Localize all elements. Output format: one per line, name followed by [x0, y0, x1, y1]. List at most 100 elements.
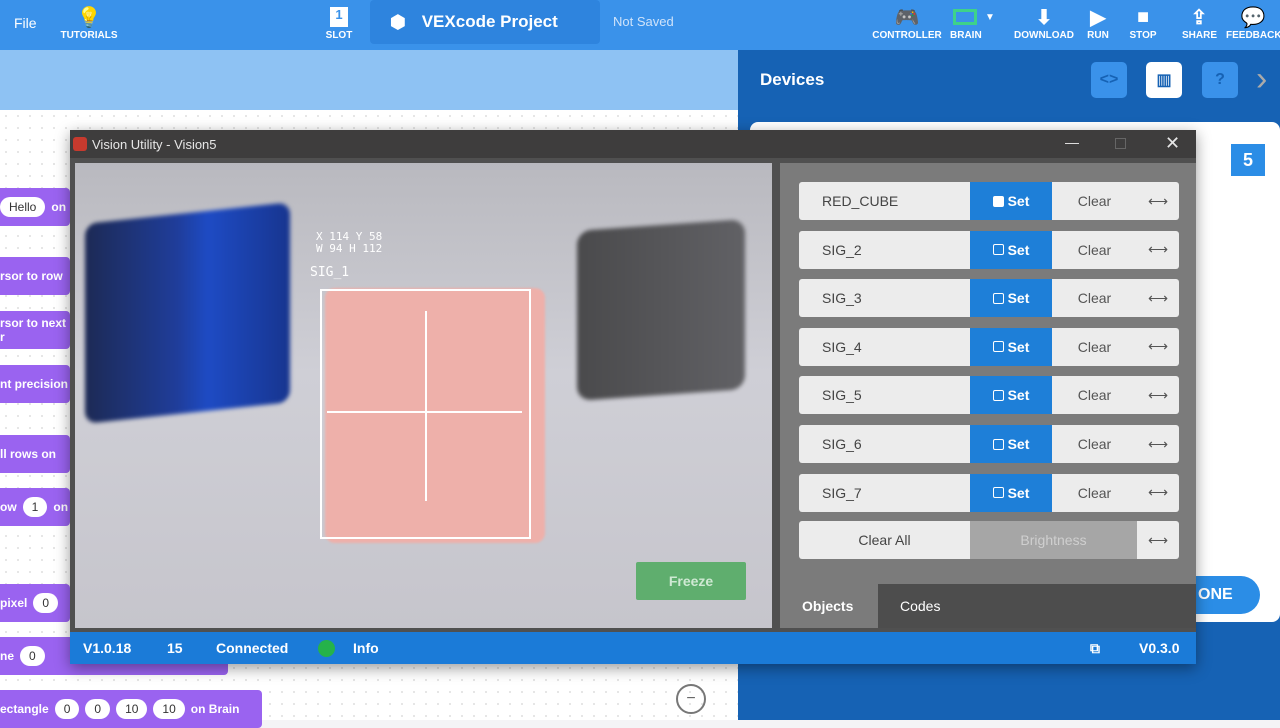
connection-indicator-icon [318, 640, 335, 657]
code-block[interactable]: rsor to next r [0, 311, 70, 349]
hexagon-icon: ⬢ [390, 11, 406, 32]
signature-name[interactable]: SIG_2 [799, 230, 970, 269]
signature-row: SIG_7 Set Clear ⟷ [799, 473, 1179, 512]
clear-button[interactable]: Clear [1052, 473, 1137, 512]
number-input[interactable]: 0 [54, 699, 80, 719]
clear-button[interactable]: Clear [1052, 425, 1137, 463]
set-button[interactable]: Set [970, 230, 1052, 269]
tab-codes[interactable]: Codes [878, 584, 1196, 628]
number-input[interactable]: 0 [85, 699, 111, 719]
number-input[interactable]: 10 [116, 699, 148, 719]
stop-button[interactable]: ■ STOP [1128, 4, 1158, 42]
firmware-version: V0.3.0 [1139, 640, 1180, 656]
code-block[interactable]: ll rows on [0, 435, 70, 473]
tutorials-button[interactable]: 💡 TUTORIALS [60, 4, 118, 42]
clear-button[interactable]: Clear [1052, 230, 1137, 269]
detection-signature: SIG_1 [310, 265, 350, 280]
info-link[interactable]: Info [353, 640, 379, 656]
detection-box [320, 289, 531, 539]
set-button[interactable]: Set [970, 279, 1052, 318]
range-drag-icon[interactable]: ⟷ [1137, 182, 1179, 220]
camera-feed[interactable]: X 114 Y 58 W 94 H 112 SIG_1 Freeze [75, 163, 772, 628]
set-button[interactable]: Set [970, 425, 1052, 463]
set-button[interactable]: Set [970, 376, 1052, 415]
close-icon[interactable]: ✕ [1165, 133, 1180, 154]
minimize-icon[interactable]: — [1065, 134, 1079, 150]
set-button[interactable]: Set [970, 473, 1052, 512]
code-block[interactable]: Hello on [0, 188, 70, 226]
signature-row: SIG_3 Set Clear ⟷ [799, 279, 1179, 318]
range-drag-icon[interactable]: ⟷ [1137, 279, 1179, 318]
run-button[interactable]: ▶ RUN [1084, 4, 1112, 42]
gray-cube [577, 219, 745, 401]
range-drag-icon[interactable]: ⟷ [1137, 230, 1179, 269]
code-block[interactable]: pixel 0 [0, 584, 70, 622]
lightbulb-icon: 💡 [76, 6, 102, 29]
fps-count: 15 [167, 640, 183, 656]
download-button[interactable]: ⬇ DOWNLOAD [1012, 4, 1076, 42]
feedback-button[interactable]: 💬 FEEDBACK [1226, 4, 1280, 42]
block-label: on Brain [190, 702, 240, 716]
checkbox-icon [992, 195, 1004, 207]
signature-name[interactable]: SIG_6 [799, 425, 970, 463]
zoom-out-icon[interactable]: − [676, 684, 706, 714]
devices-port-icon[interactable]: ▥ [1146, 62, 1182, 98]
range-drag-icon[interactable]: ⟷ [1137, 473, 1179, 512]
window-title-bar[interactable]: Vision Utility - Vision5 — ✕ [70, 130, 1196, 158]
project-name-field[interactable]: ⬢ VEXcode Project [370, 0, 600, 44]
signature-row: RED_CUBE Set Clear ⟷ [799, 182, 1179, 220]
text-input[interactable]: Hello [0, 197, 46, 217]
clear-button[interactable]: Clear [1052, 327, 1137, 366]
file-menu[interactable]: File [14, 15, 37, 31]
block-label: ectangle [0, 702, 49, 716]
signature-name[interactable]: SIG_5 [799, 376, 970, 415]
chevron-right-icon[interactable]: › [1256, 60, 1267, 99]
set-button[interactable]: Set [970, 327, 1052, 366]
clear-button[interactable]: Clear [1052, 279, 1137, 318]
help-icon[interactable]: ? [1202, 62, 1238, 98]
code-block[interactable]: rsor to row [0, 257, 70, 295]
set-button[interactable]: Set [970, 182, 1052, 220]
block-label: on [51, 200, 67, 214]
clear-all-button[interactable]: Clear All [799, 521, 970, 559]
freeze-button[interactable]: Freeze [636, 562, 746, 600]
range-drag-icon[interactable]: ⟷ [1137, 376, 1179, 415]
signature-name[interactable]: RED_CUBE [799, 182, 970, 220]
copy-icon[interactable]: ⧉ [1090, 640, 1100, 657]
slot-button[interactable]: 1 SLOT [322, 4, 356, 41]
share-button[interactable]: ⇪ SHARE [1182, 4, 1217, 42]
range-drag-icon[interactable]: ⟷ [1137, 425, 1179, 463]
block-label: rsor to next r [0, 316, 67, 344]
status-bar: V1.0.18 15 Connected Info ⧉ V0.3.0 [70, 632, 1196, 664]
brightness-slider[interactable]: Brightness [970, 521, 1137, 559]
controller-button[interactable]: 🎮 CONTROLLER [872, 4, 942, 42]
done-button[interactable]: ONE [1190, 576, 1260, 614]
number-input[interactable]: 10 [153, 699, 185, 719]
signature-name[interactable]: SIG_4 [799, 327, 970, 366]
window-title: Vision Utility - Vision5 [92, 136, 217, 152]
range-drag-icon[interactable]: ⟷ [1137, 327, 1179, 366]
maximize-icon[interactable] [1115, 138, 1126, 149]
clear-button[interactable]: Clear [1052, 376, 1137, 415]
code-block[interactable]: ow 1 on [0, 488, 70, 526]
play-icon: ▶ [1090, 6, 1106, 29]
brain-icon [953, 9, 978, 25]
number-input[interactable]: 1 [22, 497, 48, 517]
number-input[interactable]: 0 [33, 593, 59, 613]
checkbox-icon [992, 292, 1004, 304]
chevron-down-icon: ▼ [985, 11, 995, 23]
signature-name[interactable]: SIG_7 [799, 473, 970, 512]
brightness-drag-icon[interactable]: ⟷ [1137, 521, 1179, 559]
code-block[interactable]: nt precision [0, 365, 70, 403]
clear-button[interactable]: Clear [1052, 182, 1137, 220]
code-view-icon[interactable]: <> [1091, 62, 1127, 98]
brain-button[interactable]: ▼ BRAIN [946, 4, 1002, 41]
connection-status: Connected [216, 640, 289, 656]
block-label: ll rows on [0, 447, 57, 461]
signature-name[interactable]: SIG_3 [799, 279, 970, 318]
number-input[interactable]: 0 [20, 646, 45, 666]
tab-objects[interactable]: Objects [780, 584, 878, 628]
vision-utility-window: Vision Utility - Vision5 — ✕ X 114 Y 58 W… [70, 130, 1196, 664]
code-block[interactable]: ectangle 0 0 10 10 on Brain [0, 690, 262, 728]
signature-row: SIG_4 Set Clear ⟷ [799, 327, 1179, 366]
